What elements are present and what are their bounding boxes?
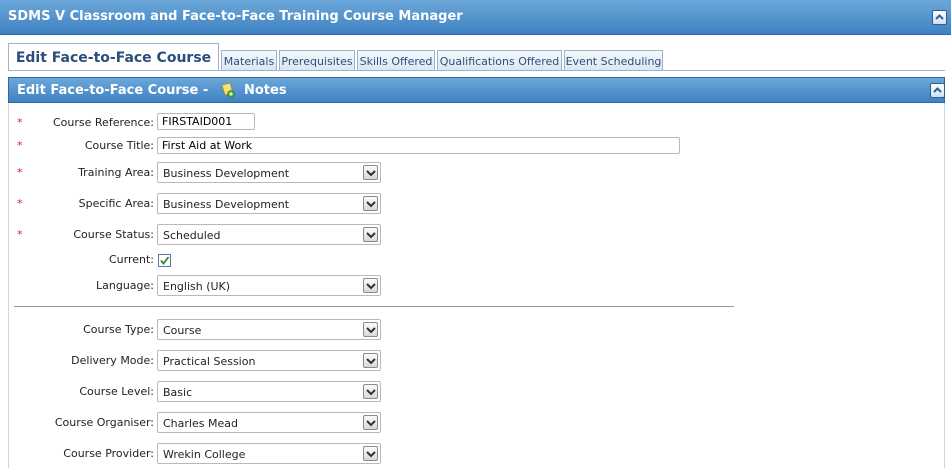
course-reference-input[interactable] — [157, 113, 255, 130]
app-title: SDMS V Classroom and Face-to-Face Traini… — [8, 9, 463, 24]
course-title-input[interactable] — [157, 137, 680, 154]
training-area-value: Business Development — [163, 167, 290, 180]
course-provider-label: Course Provider: — [63, 447, 154, 460]
specific-area-value: Business Development — [163, 198, 290, 211]
training-area-label: Training Area: — [78, 166, 154, 179]
chevron-up-icon — [935, 14, 944, 20]
tab-materials[interactable]: Materials — [221, 50, 277, 71]
dropdown-button[interactable] — [363, 165, 378, 180]
notes-icon[interactable] — [220, 82, 236, 101]
language-label: Language: — [96, 279, 154, 292]
chevron-down-icon — [366, 201, 376, 208]
delivery-mode-value: Practical Session — [163, 355, 256, 368]
chevron-down-icon — [366, 327, 376, 334]
dropdown-button[interactable] — [363, 278, 378, 293]
delivery-mode-select[interactable]: Practical Session — [157, 350, 381, 371]
course-status-select[interactable]: Scheduled — [157, 224, 381, 245]
language-select[interactable]: English (UK) — [157, 275, 381, 296]
chevron-down-icon — [366, 451, 376, 458]
tab-qualifications-offered[interactable]: Qualifications Offered — [437, 50, 562, 71]
dropdown-button[interactable] — [363, 353, 378, 368]
course-level-value: Basic — [163, 386, 193, 399]
chevron-down-icon — [366, 420, 376, 427]
dropdown-button[interactable] — [363, 415, 378, 430]
panel-title: Edit Face-to-Face Course - — [17, 83, 209, 98]
tab-skills-offered[interactable]: Skills Offered — [357, 50, 435, 71]
collapse-window-button[interactable] — [932, 10, 947, 25]
tab-bar: Edit Face-to-Face Course Materials Prere… — [8, 43, 945, 71]
course-type-select[interactable]: Course — [157, 319, 381, 340]
delivery-mode-label: Delivery Mode: — [71, 354, 154, 367]
tab-event-scheduling[interactable]: Event Scheduling — [564, 50, 663, 71]
collapse-panel-button[interactable] — [930, 83, 945, 98]
notes-link[interactable]: Notes — [244, 83, 287, 98]
course-reference-label: Course Reference: — [53, 116, 154, 129]
chevron-down-icon — [366, 232, 376, 239]
chevron-up-icon — [933, 87, 942, 93]
specific-area-label: Specific Area: — [78, 197, 154, 210]
language-value: English (UK) — [163, 280, 231, 293]
course-provider-value: Wrekin College — [163, 448, 246, 461]
section-divider — [14, 306, 734, 307]
current-label: Current: — [108, 253, 154, 266]
course-status-label: Course Status: — [73, 228, 154, 241]
chevron-down-icon — [366, 170, 376, 177]
panel-header: Edit Face-to-Face Course - Notes — [8, 77, 945, 103]
dropdown-button[interactable] — [363, 227, 378, 242]
course-level-select[interactable]: Basic — [157, 381, 381, 402]
chevron-down-icon — [366, 358, 376, 365]
dropdown-button[interactable] — [363, 322, 378, 337]
course-provider-select[interactable]: Wrekin College — [157, 443, 381, 464]
training-area-select[interactable]: Business Development — [157, 162, 381, 183]
checkmark-icon — [160, 256, 170, 265]
dropdown-button[interactable] — [363, 446, 378, 461]
course-organiser-select[interactable]: Charles Mead — [157, 412, 381, 433]
course-organiser-value: Charles Mead — [163, 417, 238, 430]
dropdown-button[interactable] — [363, 196, 378, 211]
chevron-down-icon — [366, 283, 376, 290]
current-checkbox[interactable] — [158, 254, 171, 267]
course-level-label: Course Level: — [79, 385, 154, 398]
course-organiser-label: Course Organiser: — [54, 416, 154, 429]
app-header: SDMS V Classroom and Face-to-Face Traini… — [0, 0, 951, 35]
specific-area-select[interactable]: Business Development — [157, 193, 381, 214]
tab-edit-course[interactable]: Edit Face-to-Face Course — [8, 43, 219, 71]
course-type-label: Course Type: — [83, 323, 154, 336]
course-type-value: Course — [163, 324, 202, 337]
tab-divider — [8, 70, 945, 71]
course-title-label: Course Title: — [84, 139, 154, 152]
dropdown-button[interactable] — [363, 384, 378, 399]
course-status-value: Scheduled — [163, 229, 221, 242]
tab-prerequisites[interactable]: Prerequisites — [279, 50, 355, 71]
chevron-down-icon — [366, 389, 376, 396]
